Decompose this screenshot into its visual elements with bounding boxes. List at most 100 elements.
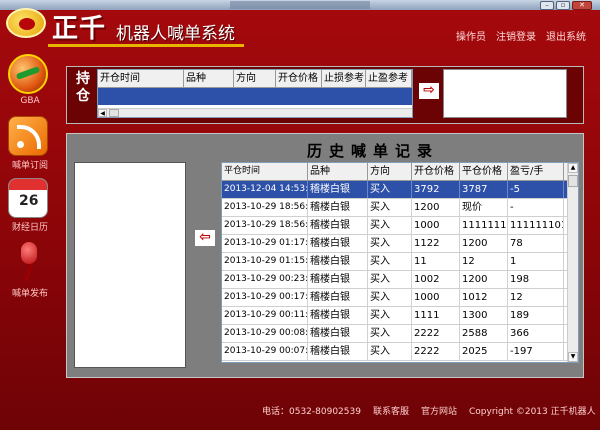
holding-col-open-price: 开仓价格 bbox=[276, 70, 322, 87]
cell-close-price: 2588 bbox=[460, 325, 508, 342]
footer-phone: 电话：0532-80902539 bbox=[262, 407, 361, 417]
back-arrow-button[interactable]: ⇦ bbox=[195, 230, 215, 246]
sidebar-item-subscribe[interactable]: 喊单订阅 bbox=[2, 112, 58, 172]
cell-variety: 稽楼白银 bbox=[308, 307, 368, 324]
history-table[interactable]: 平仓时间 品种 方向 开仓价格 平仓价格 盈亏/手 2013-12-04 14:… bbox=[221, 162, 579, 363]
col-variety: 品种 bbox=[308, 163, 368, 180]
history-table-header: 平仓时间 品种 方向 开仓价格 平仓价格 盈亏/手 bbox=[222, 163, 578, 181]
table-row[interactable]: 2013-10-29 01:17:16稽楼白银买入1122120078 bbox=[222, 235, 578, 253]
link-operator[interactable]: 操作员 bbox=[456, 28, 486, 43]
link-logout[interactable]: 注销登录 bbox=[496, 28, 536, 43]
cell-open-price: 1002 bbox=[412, 271, 460, 288]
sidebar-item-calendar[interactable]: 26 财经日历 bbox=[2, 176, 58, 236]
holding-col-take-profit: 止盈参考 bbox=[366, 70, 412, 87]
scroll-thumb[interactable] bbox=[568, 175, 578, 187]
sidebar-item-publish[interactable]: 喊单发布 bbox=[2, 240, 58, 300]
cell-close-price: 1200 bbox=[460, 271, 508, 288]
table-row[interactable]: 2013-10-29 01:15:17稽楼白银买入11121 bbox=[222, 253, 578, 271]
cell-direction: 买入 bbox=[368, 253, 412, 270]
sidebar-label-gba: GBA bbox=[20, 96, 40, 106]
cell-time: 2013-10-29 00:17:20 bbox=[222, 289, 308, 306]
history-title: 历史喊单记录 bbox=[307, 142, 440, 160]
cell-direction: 买入 bbox=[368, 199, 412, 216]
cell-profit-loss: -5 bbox=[508, 181, 564, 198]
table-row[interactable]: 2013-10-29 18:56:31稽楼白银买入100011111111111… bbox=[222, 217, 578, 235]
cell-close-price: 1300 bbox=[460, 307, 508, 324]
holding-panel: 持 仓 开仓时间 品种 方向 开仓价格 止损参考 止盈参考 ◀ ⇨ bbox=[66, 66, 584, 124]
cell-direction: 买入 bbox=[368, 325, 412, 342]
maximize-button[interactable]: ▫ bbox=[556, 1, 570, 10]
sidebar-label-subscribe: 喊单订阅 bbox=[11, 161, 48, 171]
footer: 电话：0532-80902539 联系客服 官方网站 Copyright ©20… bbox=[262, 404, 596, 417]
holding-label-line1: 持 bbox=[76, 71, 90, 87]
cell-profit-loss: 198 bbox=[508, 271, 564, 288]
cell-time: 2013-10-29 01:15:17 bbox=[222, 253, 308, 270]
forward-arrow-button[interactable]: ⇨ bbox=[419, 83, 439, 99]
window-controls: – ▫ ✕ bbox=[540, 1, 592, 10]
cell-variety: 稽楼白银 bbox=[308, 289, 368, 306]
holding-selected-row[interactable] bbox=[98, 88, 412, 105]
history-rows: 2013-12-04 14:53:20稽楼白银买入37923787-52013-… bbox=[222, 181, 578, 361]
cell-direction: 买入 bbox=[368, 181, 412, 198]
sidebar-label-publish: 喊单发布 bbox=[11, 289, 48, 299]
window-title bbox=[230, 1, 370, 9]
sidebar-item-gba[interactable]: GBA bbox=[2, 52, 58, 112]
cell-profit-loss: -197 bbox=[508, 343, 564, 360]
history-vscrollbar[interactable]: ▲ ▼ bbox=[567, 163, 578, 362]
table-row[interactable]: 2013-10-29 00:08:44稽楼白银买入22222588366 bbox=[222, 325, 578, 343]
calendar-day: 26 bbox=[19, 193, 39, 209]
cell-variety: 稽楼白银 bbox=[308, 271, 368, 288]
col-open-price: 开仓价格 bbox=[412, 163, 460, 180]
cell-open-price: 1122 bbox=[412, 235, 460, 252]
col-direction: 方向 bbox=[368, 163, 412, 180]
holding-col-open-time: 开仓时间 bbox=[98, 70, 184, 87]
holding-hscrollbar[interactable]: ◀ bbox=[98, 108, 412, 117]
scroll-left-icon[interactable]: ◀ bbox=[98, 109, 107, 117]
cell-time: 2013-10-29 18:56:31 bbox=[222, 217, 308, 234]
cell-variety: 稽楼白银 bbox=[308, 181, 368, 198]
holding-table[interactable]: 开仓时间 品种 方向 开仓价格 止损参考 止盈参考 ◀ bbox=[97, 69, 413, 118]
cell-direction: 买入 bbox=[368, 271, 412, 288]
cell-close-price: 3787 bbox=[460, 181, 508, 198]
footer-website-link[interactable]: 官方网站 bbox=[421, 404, 457, 417]
table-row[interactable]: 2013-10-29 00:07:22稽楼白银买入22222025-197 bbox=[222, 343, 578, 361]
col-close-price: 平仓价格 bbox=[460, 163, 508, 180]
holding-table-header: 开仓时间 品种 方向 开仓价格 止损参考 止盈参考 bbox=[98, 70, 412, 88]
holding-label-line2: 仓 bbox=[76, 88, 90, 104]
cell-open-price: 1000 bbox=[412, 289, 460, 306]
scroll-up-icon[interactable]: ▲ bbox=[568, 163, 578, 173]
scroll-thumb[interactable] bbox=[109, 109, 119, 117]
logo-icon bbox=[6, 8, 46, 38]
table-row[interactable]: 2013-10-29 00:11:36稽楼白银买入11111300189 bbox=[222, 307, 578, 325]
table-row[interactable]: 2013-10-29 00:17:20稽楼白银买入1000101212 bbox=[222, 289, 578, 307]
holding-col-stop-loss: 止损参考 bbox=[322, 70, 366, 87]
cell-open-price: 11 bbox=[412, 253, 460, 270]
cell-time: 2013-10-29 00:07:22 bbox=[222, 343, 308, 360]
scroll-down-icon[interactable]: ▼ bbox=[568, 352, 578, 362]
cell-direction: 买入 bbox=[368, 289, 412, 306]
cell-direction: 买入 bbox=[368, 307, 412, 324]
table-row[interactable]: 2013-10-29 18:56:08稽楼白银买入1200现价- bbox=[222, 199, 578, 217]
col-close-time: 平仓时间 bbox=[222, 163, 308, 180]
cell-variety: 稽楼白银 bbox=[308, 253, 368, 270]
cell-variety: 稽楼白银 bbox=[308, 325, 368, 342]
gba-icon bbox=[8, 54, 48, 94]
minimize-button[interactable]: – bbox=[540, 1, 554, 10]
cell-open-price: 2222 bbox=[412, 343, 460, 360]
app-name: 机器人喊单系统 bbox=[116, 24, 235, 44]
footer-contact-link[interactable]: 联系客服 bbox=[373, 404, 409, 417]
table-row[interactable]: 2013-12-04 14:53:20稽楼白银买入37923787-5 bbox=[222, 181, 578, 199]
cell-open-price: 1200 bbox=[412, 199, 460, 216]
cell-profit-loss: 111111101 bbox=[508, 217, 564, 234]
holding-col-direction: 方向 bbox=[234, 70, 276, 87]
cell-direction: 买入 bbox=[368, 235, 412, 252]
cell-close-price: 1012 bbox=[460, 289, 508, 306]
holding-detail-box bbox=[443, 69, 567, 118]
calendar-icon: 26 bbox=[8, 178, 48, 218]
cell-open-price: 1000 bbox=[412, 217, 460, 234]
table-row[interactable]: 2013-10-29 00:23:54稽楼白银买入10021200198 bbox=[222, 271, 578, 289]
cell-profit-loss: - bbox=[508, 199, 564, 216]
close-button[interactable]: ✕ bbox=[572, 1, 592, 10]
link-exit[interactable]: 退出系统 bbox=[546, 28, 586, 43]
cell-variety: 稽楼白银 bbox=[308, 235, 368, 252]
